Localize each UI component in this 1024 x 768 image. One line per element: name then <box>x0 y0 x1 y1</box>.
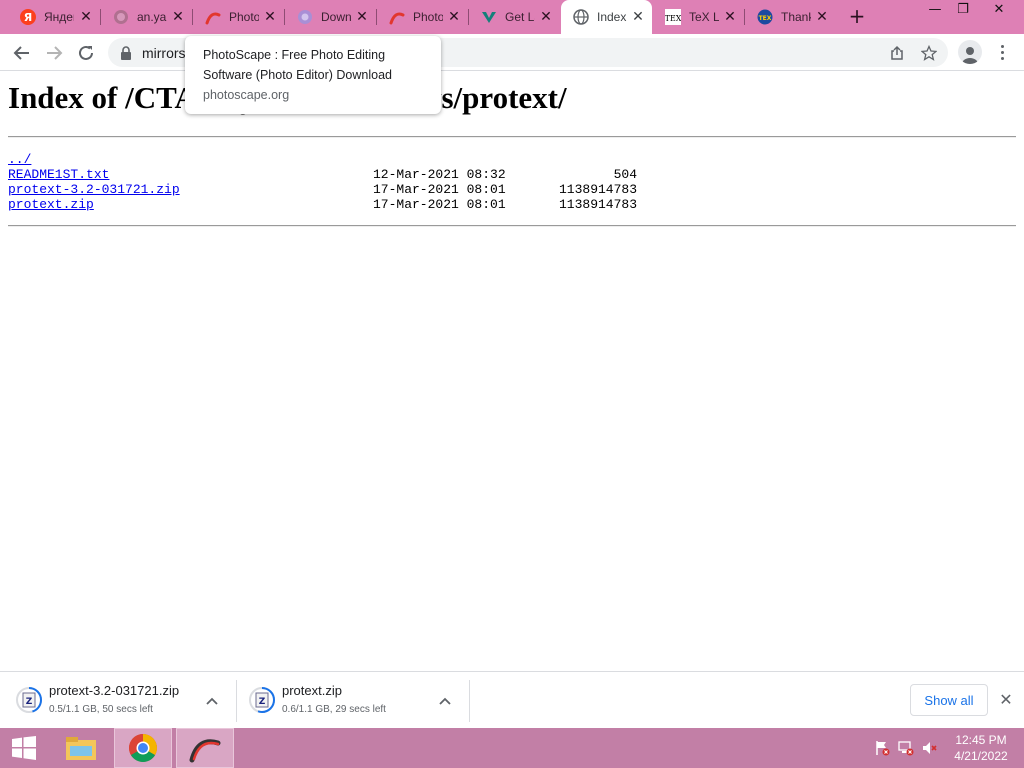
file-explorer-icon[interactable] <box>52 728 110 768</box>
photoscape-icon <box>389 9 405 25</box>
tex-icon: TEX <box>665 9 681 25</box>
back-arrow-icon[interactable] <box>9 40 35 66</box>
tab-yandex[interactable]: Я Яндекс ✕ <box>0 0 100 34</box>
file-size: 504 <box>613 167 637 182</box>
action-center-flag-icon[interactable] <box>874 740 890 756</box>
tab-label: Get LaTeX <box>505 10 535 24</box>
tab-thanks[interactable]: TEX Thanks ✕ <box>745 0 836 34</box>
svg-text:Я: Я <box>24 11 32 24</box>
close-tab-icon[interactable]: ✕ <box>78 9 94 25</box>
close-tab-icon[interactable]: ✕ <box>354 9 370 25</box>
forward-arrow-icon[interactable] <box>41 40 67 66</box>
tab-strip: Я Яндекс ✕ an.yandex ✕ PhotoScape ✕ Down… <box>0 0 1024 34</box>
parent-directory-link[interactable]: ../ <box>8 152 31 167</box>
tab-hover-tooltip: PhotoScape : Free Photo Editing Software… <box>185 36 441 114</box>
download-item[interactable]: Z protext.zip 0.6/1.1 GB, 29 secs left <box>233 672 469 729</box>
tab-label: Download <box>321 10 351 24</box>
svg-text:TEX: TEX <box>665 14 681 23</box>
reload-icon[interactable] <box>73 40 99 66</box>
file-date: 12-Mar-2021 08:32 <box>373 167 506 182</box>
profile-avatar-icon[interactable] <box>958 40 982 64</box>
close-tab-icon[interactable]: ✕ <box>538 9 554 25</box>
download-item[interactable]: Z protext-3.2-031721.zip 0.5/1.1 GB, 50 … <box>0 672 236 729</box>
download-status: 0.6/1.1 GB, 29 secs left <box>282 704 386 715</box>
file-date: 17-Mar-2021 08:01 <box>373 182 506 197</box>
tab-label: PhotoScape <box>413 10 443 24</box>
tab-an-yandex[interactable]: an.yandex ✕ <box>101 0 192 34</box>
tab-tex-live[interactable]: TEX TeX Live ✕ <box>653 0 744 34</box>
globe-gray-icon <box>113 9 129 25</box>
download-divider <box>469 680 470 722</box>
close-tab-icon[interactable]: ✕ <box>262 9 278 25</box>
download-filename: protext-3.2-031721.zip <box>49 683 180 698</box>
file-size: 1138914783 <box>558 182 637 197</box>
archive-file-icon: Z <box>16 687 42 713</box>
kebab-menu-icon[interactable] <box>992 40 1012 64</box>
tab-download[interactable]: Download ✕ <box>285 0 376 34</box>
chrome-icon[interactable] <box>114 728 172 768</box>
download-filename: protext.zip <box>282 683 342 698</box>
photoscape-icon <box>205 9 221 25</box>
windows-start-icon[interactable] <box>0 728 48 768</box>
yandex-icon: Я <box>20 9 36 25</box>
file-size: 1138914783 <box>558 197 637 212</box>
tex-users-group-icon: TEX <box>757 9 773 25</box>
svg-text:Z: Z <box>26 697 33 707</box>
tab-photoscape-1[interactable]: PhotoScape ✕ <box>193 0 284 34</box>
show-all-button[interactable]: Show all <box>910 684 988 716</box>
tooltip-title: PhotoScape : Free Photo Editing Software… <box>203 48 392 82</box>
share-icon[interactable] <box>888 44 906 62</box>
bookmark-star-icon[interactable] <box>920 44 938 62</box>
latex-project-icon <box>481 9 497 25</box>
tab-photoscape-2[interactable]: PhotoScape ✕ <box>377 0 468 34</box>
network-icon[interactable] <box>898 740 914 756</box>
tab-label: Яндекс <box>44 10 74 24</box>
close-shelf-icon[interactable]: ✕ <box>996 690 1016 710</box>
clock-date: 4/21/2022 <box>954 749 1008 763</box>
close-tab-icon[interactable]: ✕ <box>170 9 186 25</box>
system-clock[interactable]: 12:45 PM 4/21/2022 <box>946 732 1016 764</box>
file-link[interactable]: README1ST.txt <box>8 167 109 182</box>
new-tab-icon[interactable]: + <box>846 5 868 27</box>
tab-label: PhotoScape <box>229 10 259 24</box>
close-tab-icon[interactable]: ✕ <box>630 9 646 25</box>
close-tab-icon[interactable]: ✕ <box>446 9 462 25</box>
close-tab-icon[interactable]: ✕ <box>814 9 830 25</box>
window-close-icon[interactable]: ✕ <box>982 0 1016 22</box>
tab-get-latex[interactable]: Get LaTeX ✕ <box>469 0 560 34</box>
tab-index-of[interactable]: Index of ✕ <box>561 0 652 34</box>
clock-time: 12:45 PM <box>955 733 1007 747</box>
svg-text:Z: Z <box>259 697 266 707</box>
lock-icon[interactable] <box>120 45 132 64</box>
tooltip-url: photoscape.org <box>203 88 290 102</box>
download-site-icon <box>297 9 313 25</box>
windows-taskbar: 12:45 PM 4/21/2022 <box>0 728 1024 768</box>
close-tab-icon[interactable]: ✕ <box>722 9 738 25</box>
divider <box>8 225 1016 227</box>
svg-text:TEX: TEX <box>759 15 772 22</box>
file-date: 17-Mar-2021 08:01 <box>373 197 506 212</box>
file-link[interactable]: protext-3.2-031721.zip <box>8 182 180 197</box>
photoscape-taskbar-icon[interactable] <box>176 728 234 768</box>
download-shelf: Z protext-3.2-031721.zip 0.5/1.1 GB, 50 … <box>0 671 1024 728</box>
divider <box>8 136 1016 138</box>
restore-icon[interactable]: ❐ <box>946 0 980 22</box>
tab-label: Thanks <box>781 10 811 24</box>
archive-file-icon: Z <box>249 687 275 713</box>
download-status: 0.5/1.1 GB, 50 secs left <box>49 704 153 715</box>
chevron-up-icon[interactable] <box>204 693 220 709</box>
globe-icon <box>573 9 589 25</box>
browser-toolbar: mirrors.ctan.org/systems/windows/protext… <box>0 34 1024 71</box>
tab-label: an.yandex <box>137 10 167 24</box>
chevron-up-icon[interactable] <box>437 693 453 709</box>
page-content: Index of /CTAN/systems/windows/protext/ … <box>0 72 1024 671</box>
tab-label: TeX Live <box>689 10 719 24</box>
volume-muted-icon[interactable] <box>922 740 938 756</box>
tab-label: Index of <box>597 10 627 24</box>
file-link[interactable]: protext.zip <box>8 197 94 212</box>
